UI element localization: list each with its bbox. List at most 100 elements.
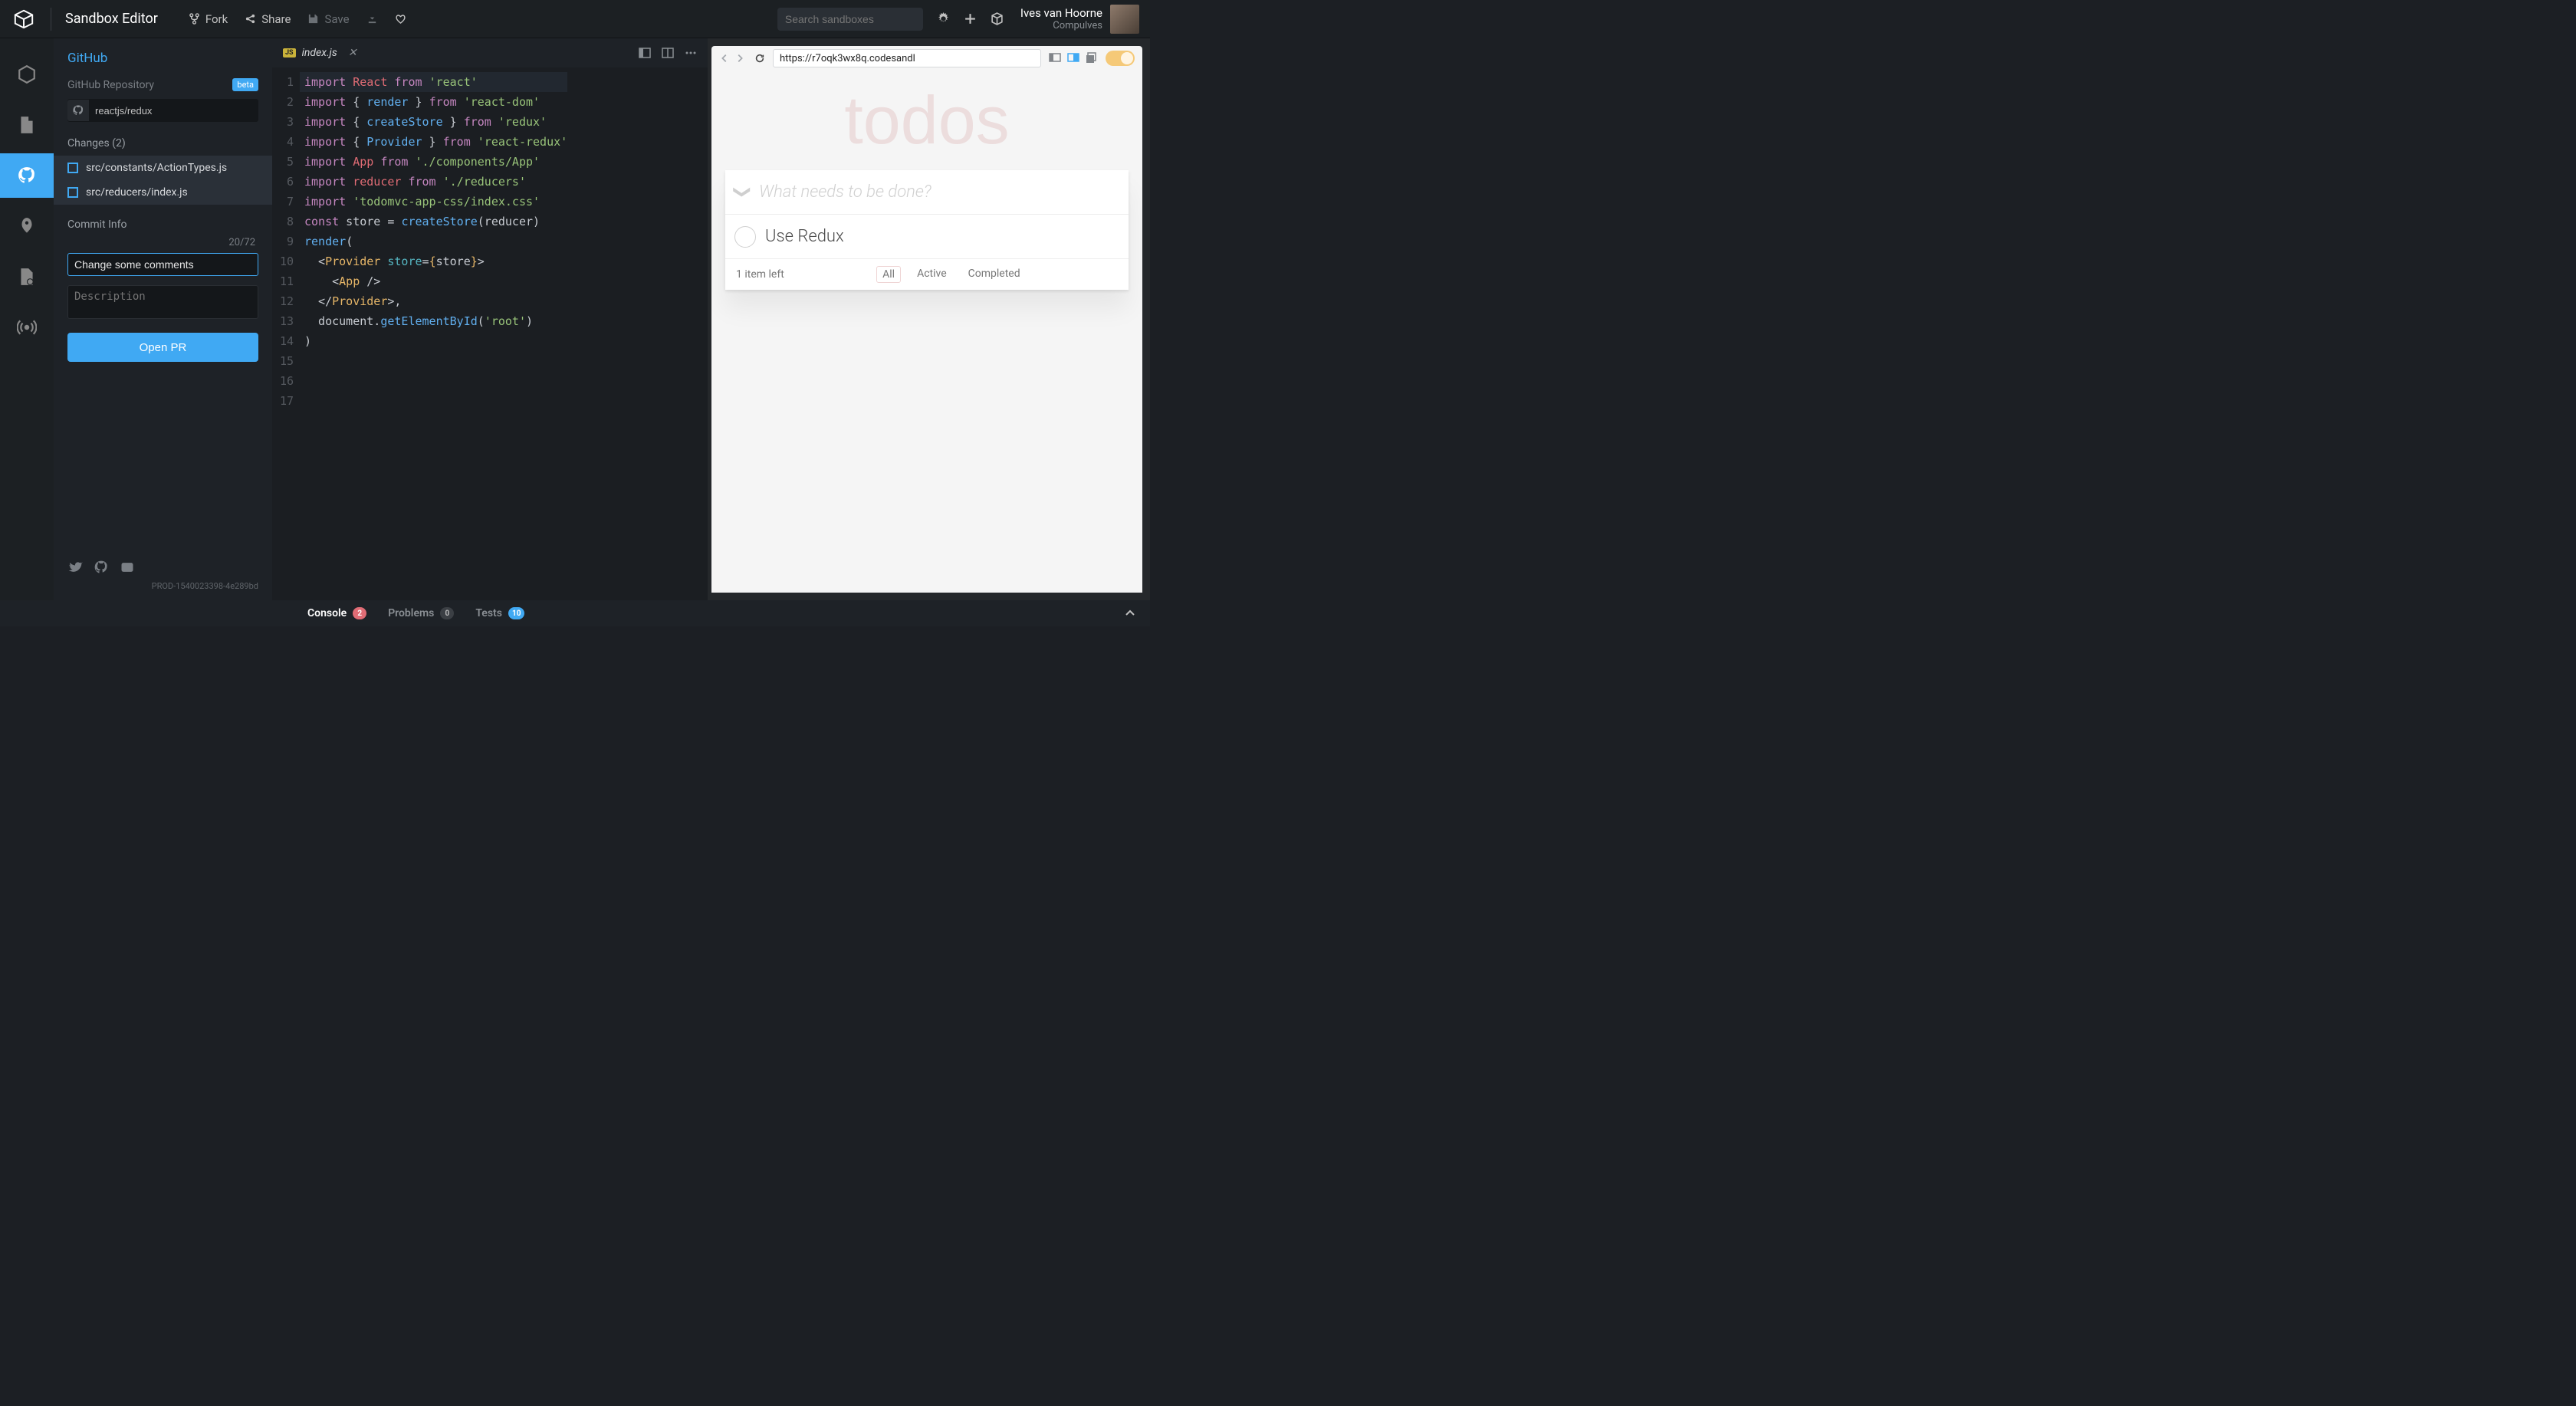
chevron-down-icon[interactable]: ❯ — [733, 176, 752, 209]
highlight-toggle[interactable] — [1106, 51, 1135, 66]
items-left: 1 item left — [736, 268, 784, 281]
url-input[interactable]: https://r7oqk3wx8q.codesandl — [773, 49, 1041, 67]
activity-explore[interactable] — [0, 52, 54, 97]
tabbar: JS index.js ✕ — [272, 38, 708, 67]
changes-header: Changes (2) — [54, 126, 272, 156]
gear-icon[interactable] — [937, 12, 950, 25]
todo-title: todos — [711, 71, 1142, 159]
tab-console[interactable]: Console 2 — [307, 607, 366, 619]
activity-bar — [0, 38, 54, 600]
like-button[interactable] — [395, 13, 406, 25]
save-button[interactable]: Save — [307, 12, 349, 26]
todo-new[interactable]: ❯ What needs to be done? — [725, 170, 1129, 215]
search-box[interactable] — [777, 8, 923, 31]
device-split-icon[interactable] — [1067, 52, 1079, 64]
rocket-icon — [17, 216, 37, 236]
line-gutter: 1234567891011121314151617 — [272, 67, 300, 600]
sidebar-footer: PROD-1540023398-4e289bd — [54, 550, 272, 600]
todo-item[interactable]: Use Redux — [725, 215, 1129, 259]
github-icon — [67, 100, 89, 121]
tests-badge: 10 — [508, 607, 524, 619]
repo-label: GitHub Repository — [67, 79, 154, 91]
download-icon — [366, 13, 378, 25]
topbar: Sandbox Editor Fork Share Save Ives v — [0, 0, 1150, 38]
device-stack-icon[interactable] — [1086, 52, 1098, 64]
save-icon — [307, 13, 319, 25]
problems-badge: 0 — [440, 607, 454, 619]
beta-badge: beta — [232, 78, 258, 91]
filter-completed[interactable]: Completed — [963, 266, 1026, 283]
preview-body[interactable]: todos ❯ What needs to be done? Use Redux… — [711, 71, 1142, 593]
search-input[interactable] — [785, 13, 924, 25]
app-title: Sandbox Editor — [65, 11, 158, 27]
preview-toolbar: https://r7oqk3wx8q.codesandl — [711, 46, 1142, 71]
filter-all[interactable]: All — [876, 266, 901, 283]
activity-deploy[interactable] — [0, 204, 54, 248]
chevron-up-icon[interactable] — [1124, 607, 1136, 619]
tab-tests[interactable]: Tests 10 — [475, 607, 524, 619]
layout-single-icon[interactable] — [639, 47, 651, 59]
open-pr-button[interactable]: Open PR — [67, 333, 258, 362]
close-icon[interactable]: ✕ — [348, 47, 357, 59]
cube-logo-icon — [13, 8, 34, 30]
js-badge: JS — [283, 48, 296, 57]
code-area[interactable]: 1234567891011121314151617 import React f… — [272, 67, 708, 600]
repo-input-wrap[interactable] — [67, 99, 258, 122]
repo-input[interactable] — [89, 105, 258, 117]
bottom-panel: Console 2 Problems 0 Tests 10 — [0, 600, 1150, 626]
user-subtitle: Compulves — [1020, 20, 1102, 31]
changed-files: src/constants/ActionTypes.js src/reducer… — [54, 156, 272, 205]
editor: JS index.js ✕ 1234567891011121314151617 … — [272, 38, 708, 600]
build-id: PROD-1540023398-4e289bd — [67, 581, 258, 591]
changed-file[interactable]: src/reducers/index.js — [54, 180, 272, 205]
filter-active[interactable]: Active — [912, 266, 952, 283]
nav-back-icon[interactable] — [719, 53, 730, 64]
broadcast-icon — [17, 317, 37, 337]
preview-pane: https://r7oqk3wx8q.codesandl todos ❯ Wha… — [708, 38, 1150, 600]
toolbar-right — [937, 12, 1004, 25]
user-menu[interactable]: Ives van Hoorne Compulves — [1020, 5, 1139, 34]
nav-forward-icon[interactable] — [734, 53, 745, 64]
file-gear-icon — [17, 267, 37, 287]
char-counter: 20/72 — [54, 235, 272, 250]
commit-message-input[interactable] — [67, 253, 258, 276]
heart-icon — [395, 13, 406, 25]
share-button[interactable]: Share — [245, 12, 291, 26]
todo-card: ❯ What needs to be done? Use Redux 1 ite… — [725, 170, 1129, 290]
todo-footer: 1 item left All Active Completed — [725, 259, 1129, 290]
discord-icon[interactable] — [120, 560, 135, 575]
more-icon[interactable] — [685, 47, 697, 59]
sidebar: GitHub GitHub Repository beta Changes (2… — [54, 38, 272, 600]
tab-problems[interactable]: Problems 0 — [388, 607, 454, 619]
commit-info-header: Commit Info — [54, 205, 272, 235]
download-button[interactable] — [366, 13, 378, 25]
github-icon[interactable] — [94, 560, 109, 575]
avatar[interactable] — [1110, 5, 1139, 34]
refresh-icon[interactable] — [754, 53, 765, 64]
twitter-icon[interactable] — [67, 560, 83, 575]
file-modified-icon — [67, 187, 78, 198]
top-actions: Fork Share Save — [189, 12, 406, 26]
commit-description-input[interactable] — [67, 285, 258, 319]
fork-button[interactable]: Fork — [189, 12, 228, 26]
code-lines[interactable]: import React from 'react'import { render… — [300, 67, 567, 600]
fork-icon — [189, 13, 200, 25]
todo-checkbox[interactable] — [734, 226, 756, 248]
user-name: Ives van Hoorne — [1020, 6, 1102, 20]
layout-split-icon[interactable] — [662, 47, 674, 59]
activity-github[interactable] — [0, 153, 54, 198]
activity-config[interactable] — [0, 255, 54, 299]
device-desktop-icon[interactable] — [1049, 52, 1061, 64]
tab-index-js[interactable]: JS index.js ✕ — [272, 38, 368, 67]
plus-icon[interactable] — [964, 12, 977, 25]
github-icon — [17, 166, 37, 186]
share-icon — [245, 13, 256, 25]
changed-file[interactable]: src/constants/ActionTypes.js — [54, 156, 272, 180]
sidebar-title: GitHub — [54, 38, 272, 75]
activity-files[interactable] — [0, 103, 54, 147]
logo[interactable] — [11, 6, 37, 32]
cube-icon[interactable] — [991, 12, 1004, 25]
activity-live[interactable] — [0, 305, 54, 350]
file-modified-icon — [67, 163, 78, 173]
console-badge: 2 — [353, 607, 366, 619]
